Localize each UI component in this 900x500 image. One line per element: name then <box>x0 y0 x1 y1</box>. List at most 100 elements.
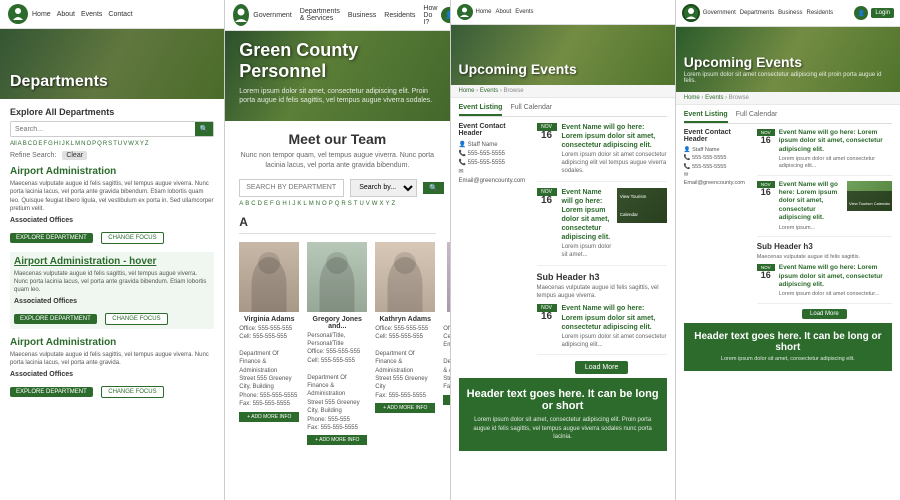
change-focus-btn-hover[interactable]: CHANGE FOCUS <box>105 313 167 325</box>
p2-alpha-h[interactable]: H <box>282 201 286 207</box>
nav-about[interactable]: About <box>57 11 75 18</box>
p2-alpha-l[interactable]: L <box>303 201 306 207</box>
p2-alpha-i[interactable]: I <box>289 201 291 207</box>
p4-nav-gov[interactable]: Government <box>703 10 736 16</box>
alpha-h[interactable]: H <box>54 141 58 147</box>
alpha-o[interactable]: O <box>86 141 91 147</box>
alpha-l[interactable]: L <box>71 141 74 147</box>
p2-alpha-e[interactable]: E <box>264 201 268 207</box>
logo[interactable] <box>8 4 28 24</box>
nav-contact[interactable]: Contact <box>108 11 132 18</box>
p2-alpha-n[interactable]: N <box>316 201 320 207</box>
user-avatar-p4[interactable]: 👤 <box>854 6 868 20</box>
p2-alpha-y[interactable]: Y <box>385 201 389 207</box>
logo-p2[interactable] <box>233 4 249 26</box>
event-img-2[interactable]: View Tourism Calendar <box>617 188 667 223</box>
p2-alpha-b[interactable]: B <box>245 201 249 207</box>
alpha-all[interactable]: All <box>10 141 17 147</box>
personnel-search-btn[interactable]: 🔍 <box>423 182 444 194</box>
p2-alpha-q[interactable]: Q <box>335 201 340 207</box>
alpha-d[interactable]: D <box>33 141 37 147</box>
alpha-a[interactable]: A <box>18 141 22 147</box>
p2-alpha-c[interactable]: C <box>251 201 255 207</box>
alpha-k[interactable]: K <box>66 141 70 147</box>
nav-home[interactable]: Home <box>32 11 51 18</box>
tab-full-calendar[interactable]: Full Calendar <box>510 104 552 116</box>
user-avatar-p2[interactable]: 👤 <box>441 7 450 23</box>
p2-alpha-g[interactable]: G <box>276 201 281 207</box>
alpha-x[interactable]: X <box>135 141 139 147</box>
logo-p4[interactable] <box>682 4 700 22</box>
card-btn-3[interactable]: + ADD MORE INFO <box>375 403 435 413</box>
dept-title-hover[interactable]: Airport Administration - hover <box>14 256 210 267</box>
dept-title-1[interactable]: Airport Administration <box>10 166 214 177</box>
alpha-s[interactable]: S <box>108 141 112 147</box>
p4-event-img-2[interactable]: View Tourism Calendar <box>847 181 892 211</box>
search-button[interactable]: 🔍 <box>195 122 213 136</box>
logo-p3[interactable] <box>457 4 473 20</box>
p2-alpha-d[interactable]: D <box>258 201 262 207</box>
nav-events[interactable]: Events <box>81 11 102 18</box>
alpha-p[interactable]: P <box>92 141 96 147</box>
p4-event-img-overlay-2[interactable]: View Tourism Calendar <box>849 201 890 206</box>
p3-nav-home[interactable]: Home <box>476 9 492 15</box>
alpha-u[interactable]: U <box>118 141 122 147</box>
alpha-c[interactable]: C <box>28 141 32 147</box>
filter-clear[interactable]: Clear <box>62 151 87 160</box>
alpha-t[interactable]: T <box>113 141 117 147</box>
change-focus-btn-3[interactable]: CHANGE FOCUS <box>101 386 163 398</box>
card-btn-1[interactable]: + ADD MORE INFO <box>239 412 299 422</box>
nav-business[interactable]: Business <box>348 12 376 19</box>
p2-alpha-j[interactable]: J <box>292 201 295 207</box>
p2-alpha-m[interactable]: M <box>309 201 314 207</box>
p4-tab-listing[interactable]: Event Listing <box>684 111 728 123</box>
card-btn-4[interactable]: + ADD MORE INFO <box>443 395 449 405</box>
p4-breadcrumb-events[interactable]: Events <box>705 95 723 101</box>
alpha-e[interactable]: E <box>38 141 42 147</box>
alpha-b[interactable]: B <box>23 141 27 147</box>
alpha-r[interactable]: R <box>103 141 107 147</box>
p4-breadcrumb-home[interactable]: Home <box>684 95 700 101</box>
tab-event-listing[interactable]: Event Listing <box>459 104 503 116</box>
alpha-w[interactable]: W <box>128 141 134 147</box>
p4-tab-calendar[interactable]: Full Calendar <box>736 111 778 123</box>
event-title-3[interactable]: Event Name will go here: Lorem ipsum dol… <box>562 304 667 331</box>
p2-alpha-p[interactable]: P <box>329 201 333 207</box>
login-button-p4[interactable]: Login <box>871 8 894 18</box>
alpha-z[interactable]: Z <box>145 141 149 147</box>
alpha-m[interactable]: M <box>75 141 80 147</box>
p3-nav-about[interactable]: About <box>496 9 512 15</box>
load-more-btn[interactable]: Load More <box>575 361 628 374</box>
nav-dept-svc[interactable]: Departments & Services <box>300 8 340 22</box>
alpha-g[interactable]: G <box>48 141 53 147</box>
alpha-n[interactable]: N <box>81 141 85 147</box>
p4-event-title-3[interactable]: Event Name will go here: Lorem ipsum dol… <box>779 264 892 289</box>
p2-alpha-u[interactable]: U <box>359 201 363 207</box>
p2-alpha-o[interactable]: O <box>322 201 327 207</box>
p2-alpha-a[interactable]: A <box>239 201 243 207</box>
nav-how[interactable]: How Do I? <box>423 5 437 26</box>
p2-alpha-k[interactable]: K <box>297 201 301 207</box>
alpha-i[interactable]: I <box>59 141 61 147</box>
explore-dept-btn-1[interactable]: EXPLORE DEPARTMENT <box>10 233 93 243</box>
nav-gov[interactable]: Government <box>253 12 292 19</box>
p4-nav-biz[interactable]: Business <box>778 10 802 16</box>
alpha-y[interactable]: Y <box>140 141 144 147</box>
explore-dept-btn-hover[interactable]: EXPLORE DEPARTMENT <box>14 314 97 324</box>
personnel-search-input[interactable] <box>239 179 344 197</box>
breadcrumb-events[interactable]: Events <box>480 88 498 94</box>
alpha-q[interactable]: Q <box>97 141 102 147</box>
event-title-1[interactable]: Event Name will go here: Lorem ipsum dol… <box>562 123 667 150</box>
p2-alpha-f[interactable]: F <box>270 201 274 207</box>
p4-nav-dept[interactable]: Departments <box>740 10 774 16</box>
alpha-v[interactable]: V <box>123 141 127 147</box>
p3-nav-events[interactable]: Events <box>515 9 533 15</box>
p2-alpha-z[interactable]: Z <box>392 201 396 207</box>
p4-event-title-2[interactable]: Event Name will go here: Lorem ipsum dol… <box>779 181 843 223</box>
change-focus-btn-1[interactable]: CHANGE FOCUS <box>101 232 163 244</box>
alpha-f[interactable]: F <box>43 141 47 147</box>
p4-event-title-1[interactable]: Event Name will go here: Lorem ipsum dol… <box>779 129 892 154</box>
p4-nav-res[interactable]: Residents <box>806 10 833 16</box>
p2-alpha-v[interactable]: V <box>366 201 370 207</box>
nav-residents[interactable]: Residents <box>384 12 415 19</box>
